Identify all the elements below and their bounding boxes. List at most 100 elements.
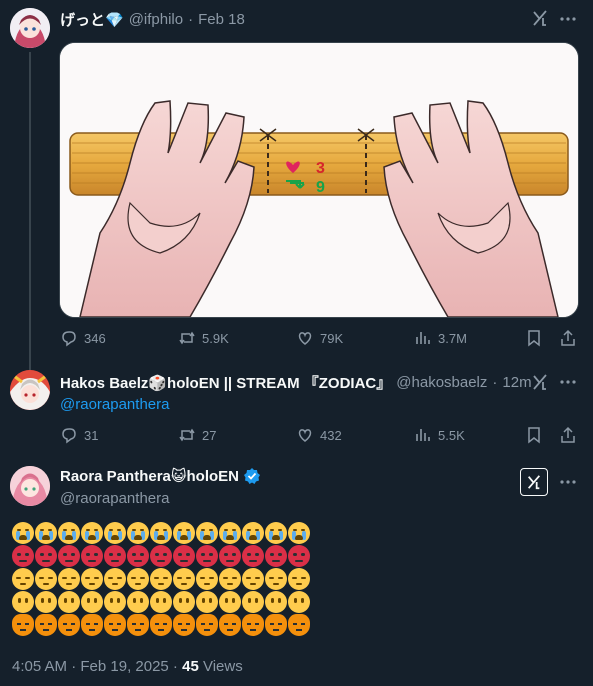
grok-icon[interactable] — [530, 8, 550, 28]
retweet-button[interactable]: 5.9K — [178, 329, 296, 347]
share-button[interactable] — [559, 426, 577, 444]
verified-badge-icon — [243, 467, 261, 485]
bookmark-icon — [528, 427, 540, 444]
pensive-emoji — [288, 568, 310, 590]
grok-icon[interactable] — [530, 372, 550, 392]
cry-emoji — [242, 522, 264, 544]
cry-emoji — [196, 522, 218, 544]
avatar[interactable] — [10, 466, 50, 506]
nomouth-emoji — [104, 591, 126, 613]
grok-icon[interactable] — [520, 468, 548, 496]
cat-emoji — [242, 614, 264, 636]
pensive-emoji — [150, 568, 172, 590]
cry-emoji — [288, 522, 310, 544]
action-bar: 31 27 432 5.5K — [60, 425, 577, 445]
action-bar: 346 5.9K 79K 3.7M — [60, 328, 577, 348]
avatar[interactable] — [10, 8, 50, 48]
views-button[interactable]: 3.7M — [414, 329, 467, 347]
emoji-row — [12, 591, 312, 613]
nomouth-emoji — [81, 591, 103, 613]
cry-emoji — [81, 522, 103, 544]
cry-emoji — [35, 522, 57, 544]
separator: · — [188, 11, 194, 28]
author-handle[interactable]: @ifphilo — [129, 11, 183, 28]
more-icon[interactable] — [558, 372, 578, 392]
pensive-emoji — [242, 568, 264, 590]
angry-emoji — [242, 545, 264, 567]
cat-emoji — [173, 614, 195, 636]
views-icon — [416, 332, 430, 344]
emoji-row — [12, 614, 312, 636]
emoji-row — [12, 568, 312, 590]
more-icon[interactable] — [558, 472, 578, 492]
cat-emoji — [265, 614, 287, 636]
reply-icon — [62, 428, 76, 444]
like-button[interactable]: 432 — [296, 426, 414, 444]
author-name[interactable]: げっと💎 — [60, 9, 124, 30]
angry-emoji — [173, 545, 195, 567]
retweet-icon — [179, 331, 195, 345]
cry-emoji — [173, 522, 195, 544]
cat-emoji — [35, 614, 57, 636]
reply-mention-link[interactable]: @raorapanthera — [60, 396, 169, 413]
like-button[interactable]: 79K — [296, 329, 414, 347]
angry-emoji — [288, 545, 310, 567]
nomouth-emoji — [150, 591, 172, 613]
views-icon — [416, 429, 430, 441]
cat-emoji — [81, 614, 103, 636]
pensive-emoji — [35, 568, 57, 590]
pensive-emoji — [12, 568, 34, 590]
author-handle[interactable]: @raorapanthera — [60, 490, 169, 507]
cat-emoji — [12, 614, 34, 636]
angry-emoji — [81, 545, 103, 567]
reply-button[interactable]: 31 — [60, 426, 178, 444]
views-button[interactable]: 5.5K — [414, 426, 465, 444]
like-icon — [298, 429, 312, 442]
avatar[interactable] — [10, 370, 50, 410]
thread-line — [29, 52, 31, 372]
nomouth-emoji — [196, 591, 218, 613]
cat-emoji — [196, 614, 218, 636]
angry-emoji — [127, 545, 149, 567]
angry-emoji — [104, 545, 126, 567]
nomouth-emoji — [127, 591, 149, 613]
cry-emoji — [265, 522, 287, 544]
nomouth-emoji — [35, 591, 57, 613]
more-icon[interactable] — [558, 9, 578, 29]
retweet-button[interactable]: 27 — [178, 426, 296, 444]
author-handle[interactable]: @hakosbaelz — [396, 374, 487, 391]
views-label: Views — [198, 658, 243, 675]
nomouth-emoji — [173, 591, 195, 613]
angry-emoji — [265, 545, 287, 567]
cat-emoji — [104, 614, 126, 636]
pensive-emoji — [173, 568, 195, 590]
angry-emoji — [196, 545, 218, 567]
tweet-timestamp[interactable]: 4:05 AM · Feb 19, 2025 · — [12, 658, 182, 675]
angry-emoji — [35, 545, 57, 567]
retweet-number: 9 — [316, 179, 325, 196]
author-name[interactable]: Hakos Baelz🎲holoEN || STREAM 『ZODIAC』 — [60, 372, 391, 393]
emoji-body — [12, 522, 312, 637]
reply-icon — [62, 331, 76, 347]
nomouth-emoji — [265, 591, 287, 613]
separator: · — [492, 374, 498, 391]
cat-emoji — [58, 614, 80, 636]
nomouth-emoji — [12, 591, 34, 613]
share-icon — [561, 426, 575, 443]
cat-emoji — [150, 614, 172, 636]
cry-emoji — [104, 522, 126, 544]
tweet-date[interactable]: Feb 18 — [198, 11, 245, 28]
nomouth-emoji — [288, 591, 310, 613]
bookmark-button[interactable] — [525, 329, 543, 347]
angry-emoji — [58, 545, 80, 567]
tweet-image[interactable]: 3 9 — [59, 42, 579, 318]
angry-emoji — [150, 545, 172, 567]
share-button[interactable] — [559, 329, 577, 347]
tweet-time[interactable]: 12m — [502, 374, 531, 391]
reply-button[interactable]: 346 — [60, 329, 178, 347]
pensive-emoji — [265, 568, 287, 590]
bookmark-button[interactable] — [525, 426, 543, 444]
cat-emoji — [288, 614, 310, 636]
share-icon — [561, 329, 575, 346]
author-name[interactable]: Raora Panthera😺holoEN — [60, 467, 239, 485]
